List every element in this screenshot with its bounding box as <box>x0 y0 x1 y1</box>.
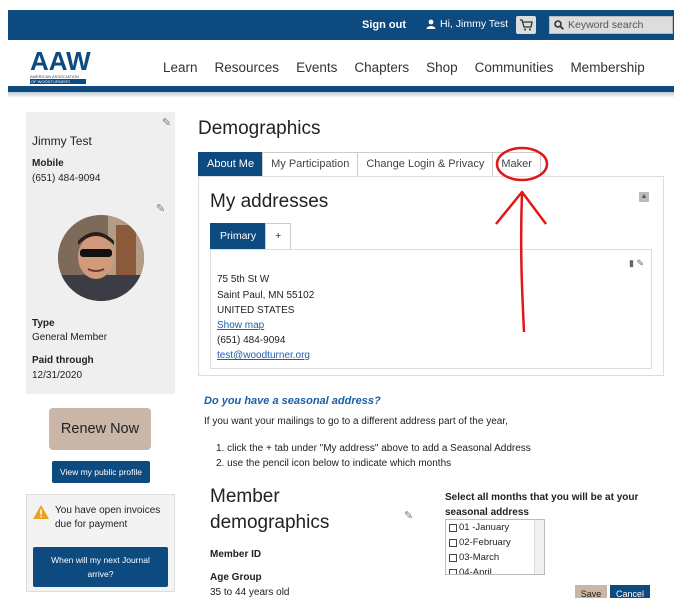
addresses-title: My addresses <box>210 191 329 212</box>
member-type-label: Type <box>32 318 55 329</box>
header-shadow <box>8 92 674 98</box>
user-greeting-link[interactable]: Hi, Jimmy Test <box>426 18 508 30</box>
address-line-2: Saint Paul, MN 55102 <box>217 290 315 301</box>
main-nav: Learn Resources Events Chapters Shop Com… <box>163 60 645 75</box>
mobile-value: (651) 484-9094 <box>32 173 101 184</box>
months-listbox[interactable]: 01 -January 02-February 03-March 04-Apri… <box>445 519 545 575</box>
months-scrollbar[interactable] <box>534 520 544 574</box>
months-label: Select all months that you will be at yo… <box>445 492 639 518</box>
month-option-label: 04-April <box>459 567 492 575</box>
tab-about-me[interactable]: About Me <box>198 152 264 176</box>
avatar-photo <box>58 215 144 301</box>
cart-icon <box>520 19 533 31</box>
nav-membership[interactable]: Membership <box>570 60 644 75</box>
site-header: AAW AMERICAN ASSOCIATION OF WOODTURNERS … <box>8 40 674 90</box>
invoice-notice-card: You have open invoices due for payment W… <box>26 494 175 592</box>
seasonal-intro: If you want your mailings to go to a dif… <box>204 416 508 427</box>
month-option-label: 01 -January <box>459 522 510 533</box>
nav-learn[interactable]: Learn <box>163 60 198 75</box>
page-title: Demographics <box>198 118 321 139</box>
nav-communities[interactable]: Communities <box>475 60 554 75</box>
address-line-3: UNITED STATES <box>217 305 295 316</box>
keyword-search-input[interactable]: Keyword search <box>549 16 673 34</box>
view-public-profile-button[interactable]: View my public profile <box>52 461 150 483</box>
month-option[interactable]: 03-March <box>446 550 544 565</box>
tab-my-participation[interactable]: My Participation <box>262 152 359 176</box>
invoice-message: You have open invoices due for payment <box>55 505 161 530</box>
show-map-link[interactable]: Show map <box>217 320 264 331</box>
primary-address-box: ▮ ✎ 75 5th St W Saint Paul, MN 55102 UNI… <box>210 249 652 369</box>
next-journal-line-1: When will my next Journal <box>51 555 150 565</box>
member-id-label: Member ID <box>210 549 262 560</box>
checkbox[interactable] <box>449 523 457 532</box>
paid-through-value: 12/31/2020 <box>32 370 83 381</box>
address-actions: ▮ ✎ <box>629 258 644 269</box>
edit-photo-pencil-icon[interactable]: ✎ <box>156 202 165 215</box>
edit-profile-pencil-icon[interactable]: ✎ <box>162 116 171 129</box>
month-option-label: 02-February <box>459 537 511 548</box>
age-group-value: 35 to 44 years old <box>210 587 290 598</box>
address-email-link[interactable]: test@woodturner.org <box>217 350 310 361</box>
checkbox[interactable] <box>449 553 457 562</box>
age-group-label: Age Group <box>210 572 262 583</box>
edit-demographics-pencil-icon[interactable]: ✎ <box>404 509 413 522</box>
address-tabs: Primary + <box>210 223 292 249</box>
mobile-label: Mobile <box>32 158 64 169</box>
seasonal-steps: 1. click the + tab under "My address" ab… <box>216 441 531 471</box>
profile-name: Jimmy Test <box>32 134 92 148</box>
user-greeting-text: Hi, Jimmy Test <box>440 18 509 30</box>
member-type-value: General Member <box>32 332 108 343</box>
search-icon <box>554 20 564 30</box>
tab-change-login-privacy[interactable]: Change Login & Privacy <box>357 152 494 176</box>
address-tab-add[interactable]: + <box>265 223 292 249</box>
aaw-logo[interactable]: AAW AMERICAN ASSOCIATION OF WOODTURNERS <box>30 46 91 86</box>
profile-tabs: About Me My Participation Change Login &… <box>198 152 541 176</box>
avatar <box>58 215 144 301</box>
logo-subtext-2: OF WOODTURNERS <box>30 79 86 84</box>
next-journal-line-2: arrive? <box>87 569 114 579</box>
warning-icon <box>33 505 49 519</box>
copy-icon[interactable]: ▮ <box>629 258 634 268</box>
address-phone: (651) 484-9094 <box>217 335 286 346</box>
month-option[interactable]: 01 -January <box>446 520 544 535</box>
checkbox[interactable] <box>449 568 457 574</box>
seasonal-heading: Do you have a seasonal address? <box>204 395 381 407</box>
address-line-1: 75 5th St W <box>217 274 270 285</box>
profile-card: ✎ Jimmy Test Mobile (651) 484-9094 ✎ Typ… <box>26 112 175 394</box>
paid-through-label: Paid through <box>32 355 94 366</box>
member-demographics-title: Member demographics <box>210 486 330 533</box>
nav-chapters[interactable]: Chapters <box>354 60 409 75</box>
tab-maker[interactable]: Maker <box>492 152 541 176</box>
address-tab-primary[interactable]: Primary <box>210 223 267 249</box>
renew-now-button[interactable]: Renew Now <box>49 408 151 450</box>
next-journal-button[interactable]: When will my next Journal arrive? <box>33 547 168 587</box>
month-option-label: 03-March <box>459 552 500 563</box>
save-button[interactable]: Save <box>575 585 607 598</box>
edit-address-pencil-icon[interactable]: ✎ <box>636 258 644 268</box>
nav-resources[interactable]: Resources <box>215 60 280 75</box>
seasonal-step-2: 2. use the pencil icon below to indicate… <box>216 458 452 469</box>
logo-text: AAW <box>30 46 91 76</box>
nav-shop[interactable]: Shop <box>426 60 458 75</box>
top-utility-bar: Sign out Hi, Jimmy Test Keyword search <box>8 10 674 40</box>
sign-out-link[interactable]: Sign out <box>362 19 406 31</box>
collapse-up-icon[interactable]: ▲ <box>639 192 649 202</box>
search-placeholder: Keyword search <box>568 19 644 31</box>
seasonal-step-1: 1. click the + tab under "My address" ab… <box>216 443 531 454</box>
cart-button[interactable] <box>516 16 536 34</box>
cancel-button[interactable]: Cancel <box>610 585 650 598</box>
month-option[interactable]: 02-February <box>446 535 544 550</box>
user-icon <box>426 19 436 29</box>
checkbox[interactable] <box>449 538 457 547</box>
addresses-panel: My addresses ▲ Primary + ▮ ✎ 75 5th St W… <box>198 176 664 376</box>
nav-events[interactable]: Events <box>296 60 337 75</box>
month-option[interactable]: 04-April <box>446 565 544 575</box>
